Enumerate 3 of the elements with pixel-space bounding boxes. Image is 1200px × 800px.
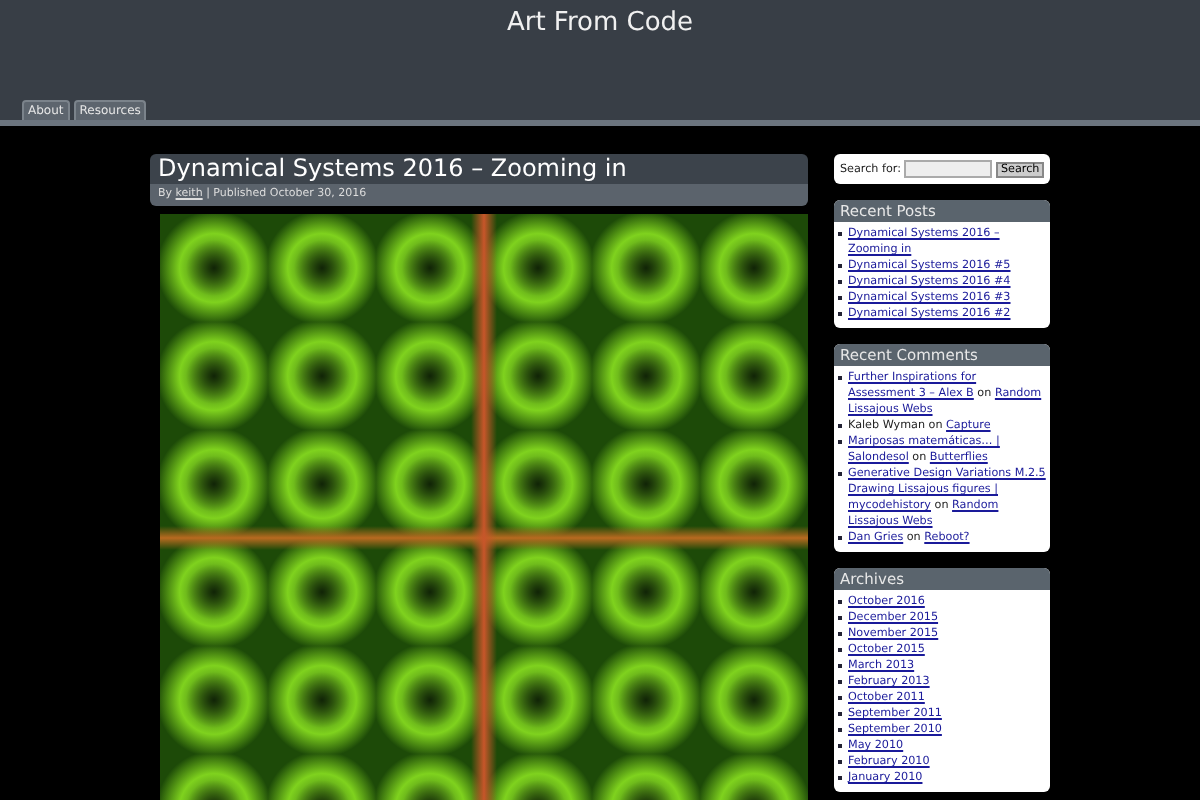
search-field[interactable] — [904, 160, 993, 178]
post-title[interactable]: Dynamical Systems 2016 – Zooming in — [150, 154, 808, 184]
site-title[interactable]: Art From Code — [0, 0, 1200, 38]
